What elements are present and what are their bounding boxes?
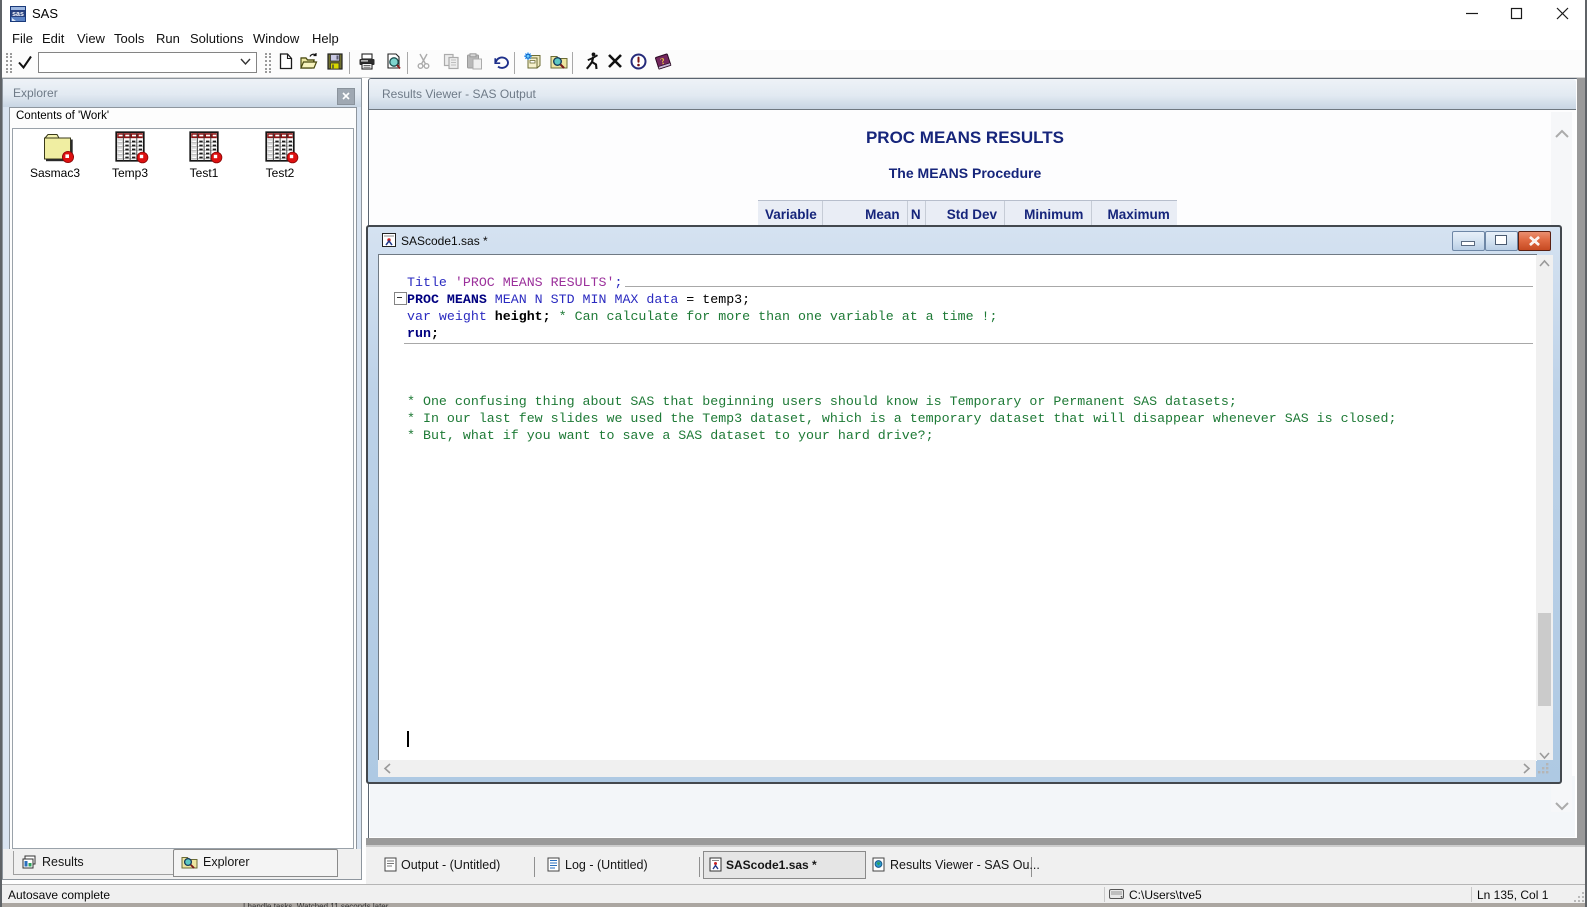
svg-text:sas: sas: [12, 11, 24, 18]
